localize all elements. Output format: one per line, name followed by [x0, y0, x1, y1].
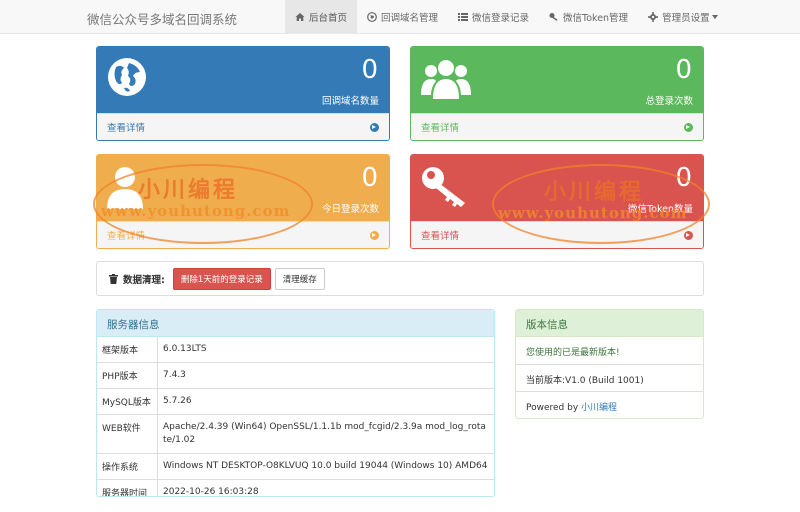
- arrow-right-circle-icon: [684, 230, 693, 240]
- view-details-link[interactable]: 查看详情: [97, 221, 389, 248]
- globe-icon: [107, 57, 147, 100]
- stat-value: 0: [675, 163, 692, 193]
- stat-panel-total-logins: 0 总登录次数 查看详情: [410, 46, 704, 141]
- home-icon: [295, 13, 305, 21]
- nav-token[interactable]: 微信Token管理: [539, 0, 638, 34]
- key-icon: [421, 165, 471, 212]
- table-row: 框架版本 6.0.13LTS: [97, 337, 494, 362]
- table-row: 操作系统 Windows NT DESKTOP-O8KLVUQ 10.0 buil…: [97, 453, 494, 479]
- version-info-title: 版本信息: [516, 310, 703, 337]
- key-icon: [549, 13, 558, 21]
- stat-panel-domains: 0 回调域名数量 查看详情: [96, 46, 390, 141]
- stat-value: 0: [361, 55, 378, 85]
- gear-icon: [648, 12, 659, 22]
- powered-by: Powered by 小川编程: [516, 391, 703, 418]
- clear-cache-button[interactable]: 清理缓存: [274, 267, 325, 290]
- arrow-right-circle-icon: [370, 122, 379, 132]
- stat-panel-tokens: 0 微信Token数量 查看详情: [410, 154, 704, 249]
- view-details-link[interactable]: 查看详情: [411, 221, 703, 248]
- server-info-table: 框架版本 6.0.13LTS PHP版本 7.4.3 MySQL版本 5.7.26 W…: [97, 337, 494, 496]
- stat-value: 0: [361, 163, 378, 193]
- nav-admin-settings[interactable]: 管理员设置: [638, 0, 728, 34]
- stat-label: 总登录次数: [645, 96, 693, 107]
- stat-panel-today-logins: 0 今日登录次数 查看详情: [96, 154, 390, 249]
- table-row: PHP版本 7.4.3: [97, 362, 494, 388]
- trash-icon: [109, 273, 118, 284]
- nav-domains[interactable]: 回调域名管理: [357, 0, 448, 34]
- user-icon: [107, 165, 143, 214]
- view-details-link[interactable]: 查看详情: [411, 113, 703, 140]
- main-nav: 后台首页 回调域名管理 微信登录记录 微信Token管理 管理员设置: [285, 0, 728, 34]
- stat-label: 今日登录次数: [321, 204, 379, 215]
- globe-icon: [367, 12, 377, 22]
- chevron-down-icon: [711, 15, 718, 19]
- stat-label: 微信Token数量: [627, 204, 693, 215]
- latest-version-notice: 您使用的已是最新版本!: [526, 348, 620, 358]
- current-version: 当前版本:V1.0 (Build 1001): [516, 364, 703, 391]
- stat-label: 回调域名数量: [321, 96, 379, 107]
- table-row: 服务器时间 2022-10-26 16:03:28: [97, 479, 494, 496]
- cleanup-title: 数据清理:: [123, 274, 165, 286]
- stat-value: 0: [675, 55, 692, 85]
- arrow-right-circle-icon: [684, 122, 693, 132]
- navbar: 微信公众号多域名回调系统 后台首页 回调域名管理 微信登录记录 微信Token管…: [0, 0, 800, 34]
- table-row: MySQL版本 5.7.26: [97, 388, 494, 414]
- brand-title[interactable]: 微信公众号多域名回调系统: [87, 9, 237, 28]
- server-info-panel: 服务器信息 框架版本 6.0.13LTS PHP版本 7.4.3 MySQL版本 5.…: [96, 309, 495, 497]
- nav-login-records[interactable]: 微信登录记录: [448, 0, 539, 34]
- author-link[interactable]: 小川编程: [581, 403, 617, 413]
- arrow-right-circle-icon: [370, 230, 379, 240]
- users-icon: [421, 57, 471, 106]
- version-info-panel: 版本信息 您使用的已是最新版本! 当前版本:V1.0 (Build 1001) …: [515, 309, 704, 419]
- list-icon: [458, 13, 469, 21]
- nav-home[interactable]: 后台首页: [285, 0, 357, 34]
- view-details-link[interactable]: 查看详情: [97, 113, 389, 140]
- server-info-title: 服务器信息: [97, 310, 494, 337]
- delete-old-records-button[interactable]: 删除1天前的登录记录: [172, 267, 271, 290]
- data-cleanup-panel: 数据清理: 删除1天前的登录记录 清理缓存: [96, 261, 704, 296]
- table-row: WEB软件 Apache/2.4.39 (Win64) OpenSSL/1.1.1…: [97, 414, 494, 453]
